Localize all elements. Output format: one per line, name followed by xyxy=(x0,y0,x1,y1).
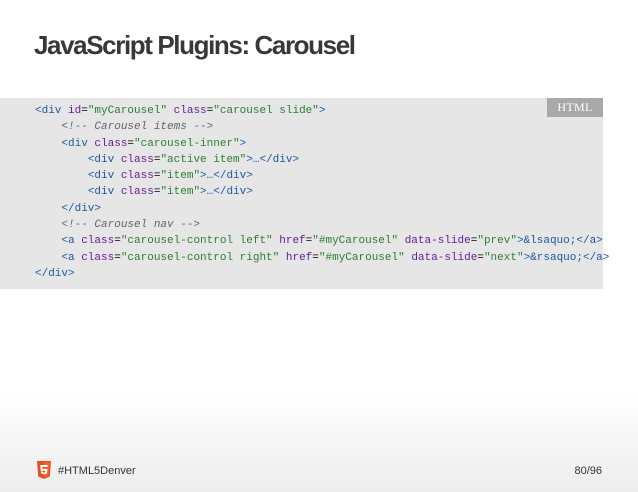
footer-hashtag: #HTML5Denver xyxy=(58,465,136,477)
code-listing: <div id="myCarousel" class="carousel sli… xyxy=(35,103,609,282)
code-line: <a class="carousel-control right" href="… xyxy=(61,251,610,264)
code-line: <div id="myCarousel" class="carousel sli… xyxy=(35,105,326,117)
page-indicator: 80/96 xyxy=(574,465,602,477)
code-line: <!-- Carousel items --> xyxy=(61,121,214,134)
code-line: <div class="item">…</div> xyxy=(87,170,253,183)
footer-background xyxy=(0,392,638,492)
code-line: <div class="item">…</div> xyxy=(87,186,253,199)
slide: JavaScript Plugins: Carousel HTML <div i… xyxy=(0,0,638,492)
code-line: </div> xyxy=(35,267,75,280)
code-line: <div class="carousel-inner"> xyxy=(61,137,247,150)
code-line: <a class="carousel-control left" href="#… xyxy=(61,235,603,248)
code-line: </div> xyxy=(61,202,102,215)
code-line: <div class="active item">…</div> xyxy=(87,153,300,166)
slide-title: JavaScript Plugins: Carousel xyxy=(34,30,356,60)
html5-logo-icon xyxy=(37,461,51,479)
code-line: <!-- Carousel nav --> xyxy=(61,219,201,232)
